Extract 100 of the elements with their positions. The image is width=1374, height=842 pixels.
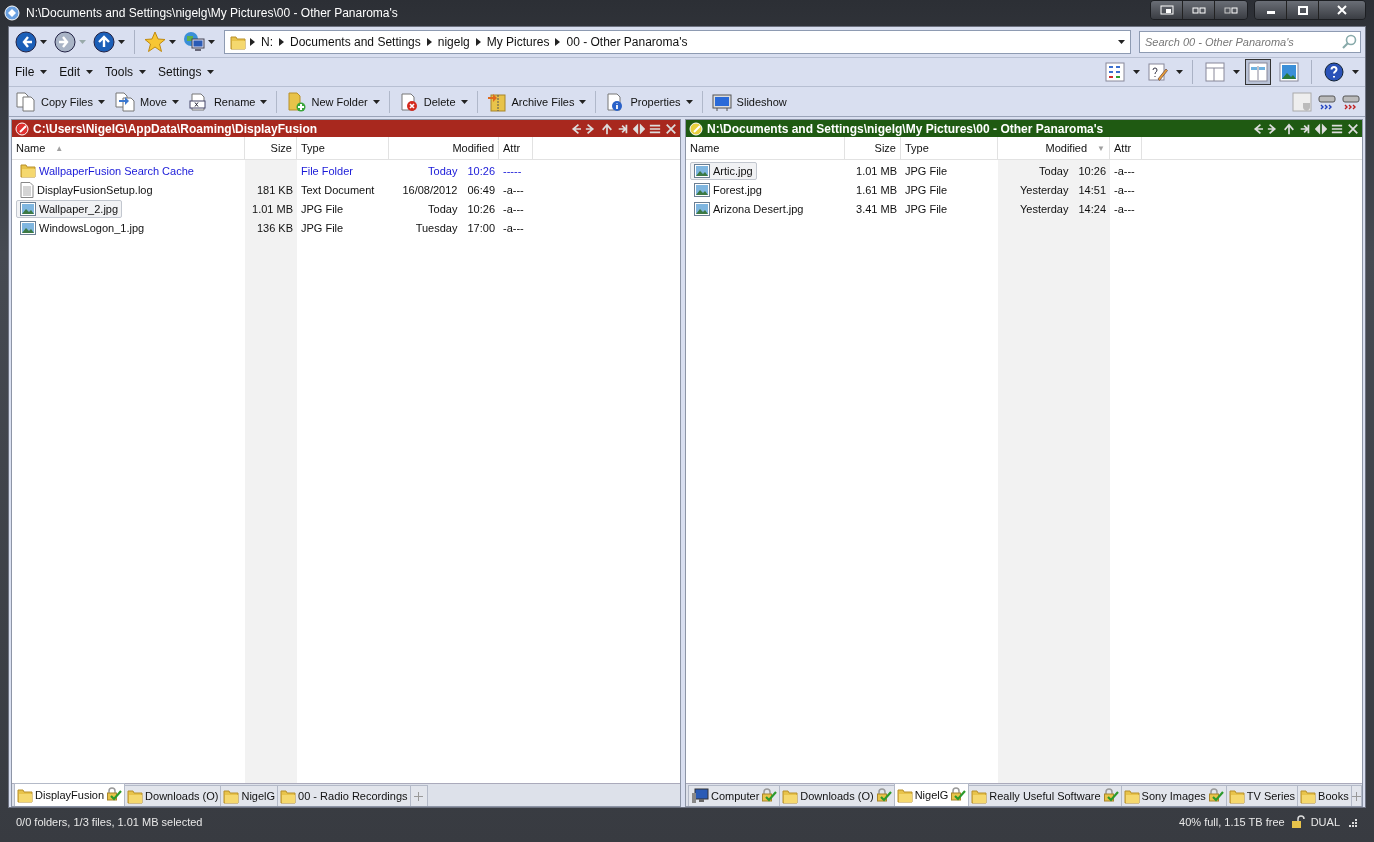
toolbar-button[interactable]: New Folder bbox=[283, 89, 383, 114]
toolbar-button[interactable]: Properties bbox=[602, 89, 696, 114]
arrow-to-bar-icon[interactable] bbox=[617, 122, 629, 135]
image-view-icon[interactable] bbox=[1276, 59, 1302, 85]
maximize-button[interactable] bbox=[1287, 1, 1319, 19]
caret-icon[interactable] bbox=[1176, 70, 1183, 74]
chevron-icon[interactable] bbox=[426, 38, 432, 46]
caret-icon[interactable] bbox=[169, 40, 176, 44]
toolbar-button[interactable]: Archive Files bbox=[483, 89, 590, 114]
menu-icon[interactable] bbox=[1331, 122, 1343, 135]
menu-item[interactable]: Edit bbox=[59, 65, 94, 79]
file-name[interactable]: WallpaperFusion Search Cache bbox=[16, 161, 198, 180]
folder-tab[interactable]: Downloads (O) bbox=[124, 785, 222, 806]
file-name[interactable]: DisplayFusionSetup.log bbox=[16, 179, 157, 200]
menu-icon[interactable] bbox=[649, 122, 661, 135]
toolbar-button[interactable]: Rename bbox=[185, 89, 271, 114]
chevron-icon[interactable] bbox=[279, 38, 284, 46]
breadcrumb[interactable]: 00 - Other Panaroma's bbox=[566, 35, 688, 49]
caret-icon[interactable] bbox=[460, 99, 468, 104]
caret-icon[interactable] bbox=[579, 99, 587, 104]
up-arrow-icon[interactable] bbox=[1283, 122, 1295, 135]
toolbar-button[interactable]: Delete bbox=[395, 89, 471, 114]
file-name[interactable]: Artic.jpg bbox=[690, 161, 757, 180]
file-name[interactable]: WindowsLogon_1.jpg bbox=[16, 218, 149, 237]
file-name[interactable]: Forest.jpg bbox=[690, 180, 766, 199]
caret-icon[interactable] bbox=[372, 99, 380, 104]
caret-icon[interactable] bbox=[685, 99, 693, 104]
breadcrumb[interactable]: N: bbox=[261, 35, 273, 49]
caret-icon[interactable] bbox=[208, 40, 215, 44]
chevron-icon[interactable] bbox=[475, 38, 481, 46]
breadcrumb[interactable]: nigelg bbox=[437, 35, 470, 49]
caret-icon[interactable] bbox=[1133, 70, 1140, 74]
dropdown-caret-icon[interactable] bbox=[1118, 40, 1125, 44]
folder-tab[interactable]: TV Series bbox=[1225, 785, 1299, 806]
caret-icon[interactable] bbox=[1233, 70, 1240, 74]
folder-tab[interactable]: Books bbox=[1297, 785, 1352, 806]
column-header[interactable]: Name ▲ bbox=[12, 137, 245, 159]
column-header[interactable]: Type bbox=[901, 137, 998, 159]
menu-item[interactable]: Tools bbox=[105, 65, 147, 79]
column-header[interactable]: Name bbox=[686, 137, 845, 159]
document-icon bbox=[20, 181, 34, 198]
window-mode-button[interactable] bbox=[1183, 1, 1215, 19]
chevron-icon[interactable] bbox=[250, 38, 255, 46]
address-bar[interactable]: N: Documents and Settings nigelg My Pictures 00 - Other Panaroma's bbox=[224, 30, 1131, 54]
globe-monitor-icon[interactable] bbox=[183, 31, 205, 53]
breadcrumb[interactable]: Documents and Settings bbox=[290, 35, 421, 49]
column-header[interactable]: Size bbox=[845, 137, 901, 159]
caret-icon[interactable] bbox=[118, 40, 125, 44]
toolbar-button[interactable]: Copy Files bbox=[13, 89, 108, 114]
folder-tab[interactable]: NigelG bbox=[220, 785, 279, 806]
back-icon[interactable] bbox=[15, 31, 37, 53]
close-icon[interactable] bbox=[1347, 122, 1359, 135]
folder-tab[interactable]: DisplayFusion bbox=[14, 783, 126, 806]
column-header[interactable]: Attr bbox=[499, 137, 533, 159]
swap-icon[interactable] bbox=[1315, 122, 1327, 135]
help-icon[interactable] bbox=[1321, 59, 1347, 85]
menu-item[interactable]: File bbox=[15, 65, 48, 79]
close-icon bbox=[1337, 5, 1347, 15]
forward-icon[interactable] bbox=[54, 31, 76, 53]
folder-tab[interactable]: Computer bbox=[688, 785, 781, 806]
file-name[interactable]: Wallpaper_2.jpg bbox=[16, 199, 123, 218]
file-name[interactable]: Arizona Desert.jpg bbox=[690, 199, 808, 218]
breadcrumb[interactable]: My Pictures bbox=[486, 35, 550, 49]
column-header[interactable]: Attr bbox=[1110, 137, 1142, 159]
caret-icon[interactable] bbox=[260, 99, 268, 104]
search-field[interactable]: Search 00 - Other Panaroma's bbox=[1139, 31, 1361, 53]
star-icon[interactable] bbox=[144, 31, 166, 53]
chevron-icon[interactable] bbox=[555, 38, 561, 46]
folder-tab[interactable]: Downloads (O) bbox=[779, 785, 895, 806]
up-icon[interactable] bbox=[93, 31, 115, 53]
up-arrow-icon[interactable] bbox=[601, 122, 613, 135]
close-icon[interactable] bbox=[665, 122, 677, 135]
arrow-to-bar-icon[interactable] bbox=[1299, 122, 1311, 135]
toolbar-button[interactable]: Move bbox=[111, 89, 182, 114]
caret-icon[interactable] bbox=[86, 70, 94, 74]
resize-grip-icon[interactable] bbox=[1346, 816, 1358, 828]
window-mode-button[interactable] bbox=[1151, 1, 1183, 19]
close-button[interactable] bbox=[1319, 1, 1365, 19]
swap-icon[interactable] bbox=[633, 122, 645, 135]
caret-icon[interactable] bbox=[171, 99, 179, 104]
caret-icon[interactable] bbox=[40, 70, 48, 74]
folder-tab[interactable]: NigelG bbox=[893, 783, 970, 806]
caret-icon[interactable] bbox=[207, 70, 215, 74]
caret-icon[interactable] bbox=[1352, 70, 1359, 74]
minimize-button[interactable] bbox=[1255, 1, 1287, 19]
toolbar-button[interactable]: Slideshow bbox=[708, 89, 790, 114]
grid-view-icon[interactable] bbox=[1102, 59, 1128, 85]
column-header[interactable]: Modified ▼ bbox=[998, 137, 1110, 159]
lock-check-icon bbox=[1207, 788, 1224, 802]
menu-item[interactable]: Settings bbox=[158, 65, 215, 79]
column-header[interactable]: Modified bbox=[389, 137, 499, 159]
caret-icon[interactable] bbox=[139, 70, 147, 74]
caret-icon[interactable] bbox=[97, 99, 105, 104]
column-header[interactable]: Type bbox=[297, 137, 389, 159]
folder-tab[interactable]: Really Useful Software bbox=[968, 785, 1122, 806]
folder-tab[interactable]: Sony Images bbox=[1120, 785, 1227, 806]
folder-tab[interactable]: 00 - Radio Recordings bbox=[277, 785, 411, 806]
column-header[interactable]: Size bbox=[245, 137, 297, 159]
caret-icon[interactable] bbox=[40, 40, 47, 44]
dual-pane-icon[interactable] bbox=[1245, 59, 1271, 85]
